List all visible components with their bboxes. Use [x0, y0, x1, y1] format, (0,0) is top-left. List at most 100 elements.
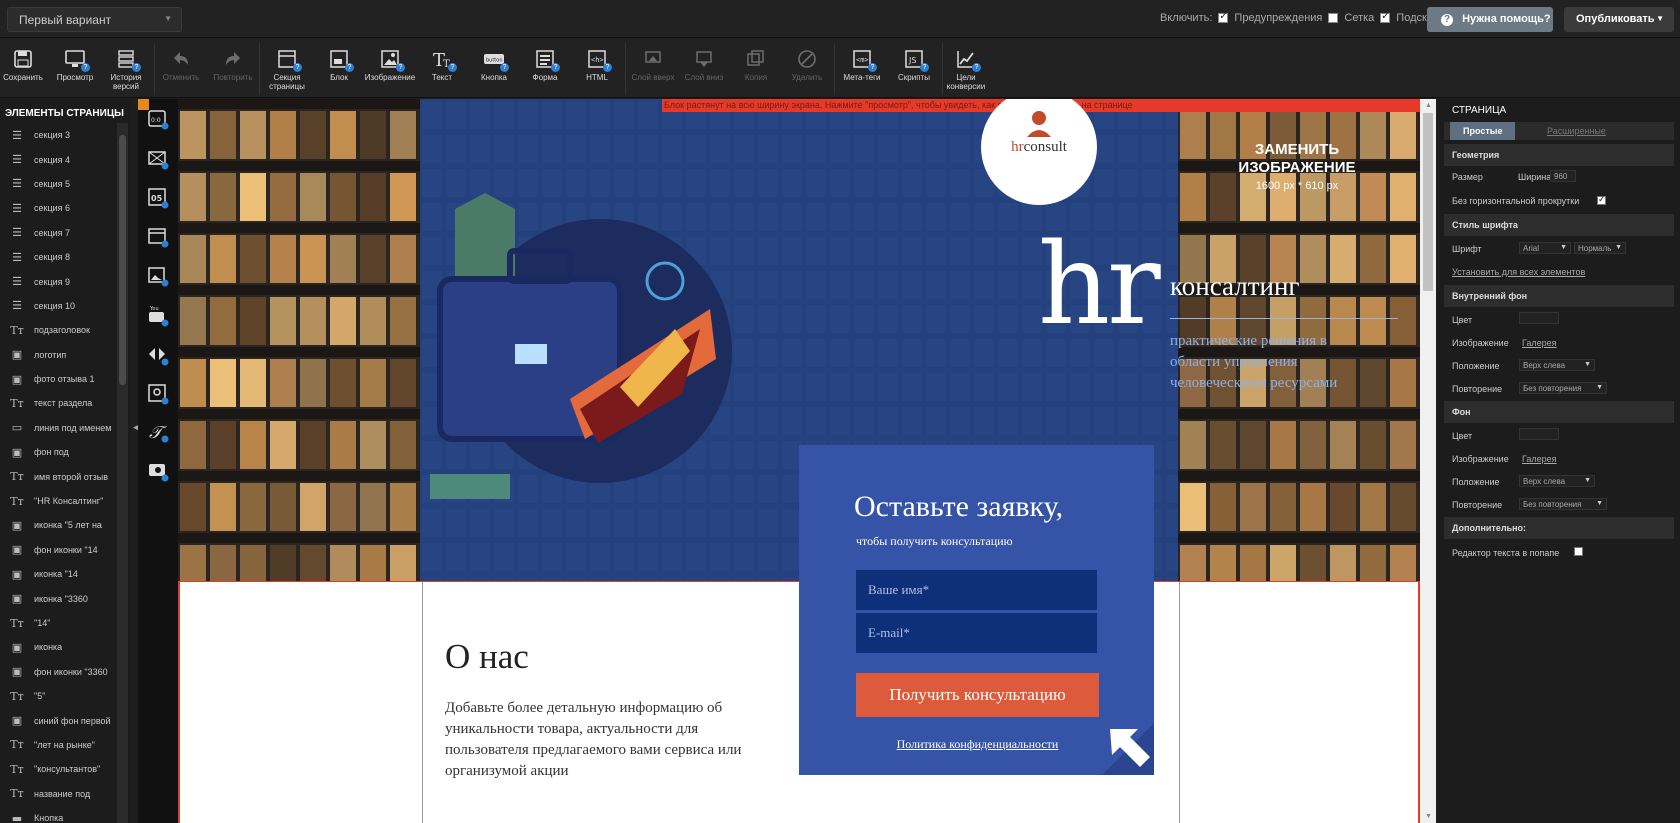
hints-checkbox[interactable]	[1380, 11, 1391, 23]
text-icon: Tт	[10, 470, 24, 484]
html-button[interactable]: <h>? HTML	[571, 49, 623, 82]
font-weight-select[interactable]: Нормаль ▼	[1574, 242, 1626, 254]
list-item[interactable]: ☰ секция 9	[0, 269, 116, 293]
list-item[interactable]: Tт "5"	[0, 684, 116, 708]
inner-repeat-select[interactable]: Без повторения ▼	[1519, 382, 1607, 394]
list-item[interactable]: ▣ иконка "14	[0, 562, 116, 586]
scripts-button[interactable]: JS? Скрипты	[888, 49, 940, 82]
list-item-label: секция 9	[34, 276, 71, 287]
widget-window[interactable]	[147, 226, 169, 248]
widget-map[interactable]	[147, 383, 169, 405]
list-item[interactable]: Tт "лет на рынке"	[0, 733, 116, 757]
save-button[interactable]: Сохранить	[0, 49, 49, 82]
list-item[interactable]: ☰ секция 6	[0, 196, 116, 220]
list-item[interactable]: ☰ секция 4	[0, 147, 116, 171]
widget-map-marker[interactable]	[147, 148, 169, 170]
layer-up-button[interactable]: Слой вверх	[627, 49, 679, 82]
list-item[interactable]: Tт название под	[0, 782, 116, 806]
list-item[interactable]: ☰ секция 5	[0, 172, 116, 196]
variant-selector[interactable]: Первый вариант ▼	[7, 7, 182, 32]
bg-gallery-link[interactable]: Галерея	[1522, 454, 1557, 464]
list-item[interactable]: ▭ линия под именем	[0, 416, 116, 440]
tab-advanced[interactable]: Расширенные	[1534, 122, 1619, 140]
list-item[interactable]: ☰ секция 8	[0, 245, 116, 269]
inner-position-select[interactable]: Верх слева ▼	[1519, 359, 1595, 371]
list-item[interactable]: ▣ фон иконки "14	[0, 538, 116, 562]
widget-timer[interactable]: 0:0	[147, 108, 169, 130]
list-item[interactable]: ▣ иконка "5 лет на	[0, 513, 116, 537]
width-input[interactable]: 960	[1550, 170, 1576, 182]
page-section-button[interactable]: ? Секция страницы	[261, 49, 313, 91]
block-button[interactable]: ? Блок	[313, 49, 365, 82]
list-item[interactable]: ▣ логотип	[0, 343, 116, 367]
widget-font[interactable]: 𝒯	[147, 421, 169, 443]
list-item-label: секция 5	[34, 178, 71, 189]
name-field[interactable]: Ваше имя*	[856, 570, 1097, 610]
apply-all-link[interactable]: Установить для всех элементов	[1452, 267, 1585, 277]
bg-color-swatch[interactable]	[1519, 428, 1559, 440]
tagline: практические решения в области управлени…	[1170, 333, 1338, 391]
list-item[interactable]: ▣ фото отзыва 1	[0, 367, 116, 391]
inner-color-swatch[interactable]	[1519, 312, 1559, 324]
button-button[interactable]: button? Кнопка	[468, 49, 520, 82]
widget-slider[interactable]	[147, 344, 169, 366]
widget-youtube[interactable]: You	[147, 305, 169, 327]
preview-button[interactable]: ? Просмотр	[49, 49, 101, 82]
list-item[interactable]: Tт "HR Консалтинг"	[0, 489, 116, 513]
resize-handle-icon[interactable]	[1102, 723, 1154, 775]
copy-button[interactable]: Копия	[730, 49, 782, 82]
list-item[interactable]: ☰ секция 10	[0, 294, 116, 318]
list-item[interactable]: ▣ синий фон первой	[0, 708, 116, 732]
text-button[interactable]: T T? Текст	[416, 49, 468, 82]
no-hscroll-checkbox[interactable]	[1597, 194, 1606, 205]
layer-down-button[interactable]: Слой вниз	[678, 49, 730, 82]
list-item[interactable]: Tт подзаголовок	[0, 318, 116, 342]
bg-position-select[interactable]: Верх слева ▼	[1519, 475, 1595, 487]
tab-simple[interactable]: Простые	[1450, 122, 1516, 140]
canvas-scrollbar[interactable]: ▲ ▼	[1420, 99, 1436, 823]
scroll-down-icon[interactable]: ▼	[1425, 813, 1432, 820]
list-item[interactable]: Tт текст раздела	[0, 391, 116, 415]
list-item[interactable]: Tт "14"	[0, 611, 116, 635]
scroll-thumb[interactable]	[1423, 113, 1433, 291]
delete-button[interactable]: Удалить	[781, 49, 833, 82]
publish-button[interactable]: Опубликовать ▼	[1564, 7, 1674, 32]
font-select[interactable]: Arial ▼	[1519, 242, 1571, 254]
bg-repeat-select[interactable]: Без повторения ▼	[1519, 498, 1607, 510]
help-button[interactable]: ? Нужна помощь?	[1427, 7, 1553, 32]
popup-editor-checkbox[interactable]	[1574, 547, 1583, 556]
list-item[interactable]: Tт имя второй отзыв	[0, 464, 116, 488]
list-item[interactable]: ☰ секция 7	[0, 221, 116, 245]
email-field[interactable]: E-mail*	[856, 613, 1097, 653]
widget-gallery[interactable]	[147, 265, 169, 287]
list-item[interactable]: ▣ иконка	[0, 635, 116, 659]
inner-gallery-link[interactable]: Галерея	[1522, 338, 1557, 348]
font-value: Arial	[1523, 244, 1540, 253]
page-canvas[interactable]: Блок растянут на всю ширину экрана. Нажм…	[178, 99, 1420, 823]
history-button[interactable]: ? История версий	[100, 49, 152, 91]
form-button[interactable]: ? Форма	[519, 49, 571, 82]
meta-tags-button[interactable]: <m>? Мета-теги	[836, 49, 888, 82]
image-button[interactable]: ? Изображение	[364, 49, 416, 82]
widget-payment[interactable]	[147, 460, 169, 482]
list-item[interactable]: ▣ фон иконки "3360	[0, 660, 116, 684]
conversion-goals-button[interactable]: ? Цели конверсии	[940, 49, 992, 91]
widget-countdown[interactable]: 05	[147, 187, 169, 209]
redo-button[interactable]: Повторить	[207, 49, 259, 82]
lead-form[interactable]: Оставьте заявку, чтобы получить консульт…	[799, 445, 1154, 775]
list-item[interactable]: ☰ секция 3	[0, 123, 116, 147]
undo-button[interactable]: Отменить	[155, 49, 207, 82]
width-value: 960	[1554, 172, 1568, 181]
privacy-link[interactable]: Политика конфиденциальности	[856, 737, 1099, 752]
list-item[interactable]: ▣ фон под	[0, 440, 116, 464]
list-item[interactable]: ▣ иконка "3360	[0, 586, 116, 610]
grid-checkbox[interactable]	[1328, 13, 1339, 23]
list-item[interactable]: Tт "консультантов"	[0, 757, 116, 781]
replace-image-hint[interactable]: ЗАМЕНИТЬ ИЗОБРАЖЕНИЕ 1600 px * 610 px	[1217, 141, 1377, 192]
scroll-up-icon[interactable]: ▲	[1425, 102, 1432, 109]
list-item[interactable]: ▬ Кнопка	[0, 806, 116, 823]
history-label: История версий	[110, 73, 142, 91]
elements-scrollbar[interactable]	[117, 123, 128, 823]
submit-button[interactable]: Получить консультацию	[856, 673, 1099, 717]
warnings-checkbox[interactable]	[1218, 11, 1229, 23]
